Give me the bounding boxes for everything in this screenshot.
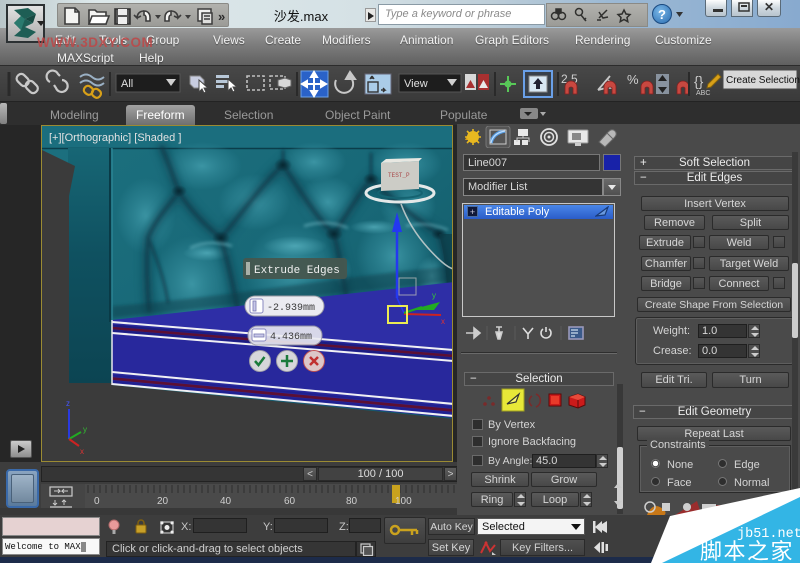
svg-text:%: % <box>627 72 639 87</box>
svg-text:0: 0 <box>94 496 100 507</box>
svg-text:60: 60 <box>284 496 296 507</box>
svg-text:4.436mm: 4.436mm <box>270 332 312 343</box>
svg-text:y: y <box>83 425 87 434</box>
svg-text:100: 100 <box>395 496 412 507</box>
svg-text:{}: {} <box>694 73 704 89</box>
svg-text:TEST_P: TEST_P <box>388 172 410 179</box>
svg-text:View: View <box>404 78 428 90</box>
svg-text:Create Selection: Create Selection <box>726 75 800 86</box>
svg-text:x: x <box>80 447 84 456</box>
svg-text:z: z <box>66 399 70 408</box>
svg-text:All: All <box>121 78 133 90</box>
svg-text:40: 40 <box>220 496 232 507</box>
svg-text:ABC: ABC <box>696 90 710 97</box>
svg-text:-2.939mm: -2.939mm <box>267 303 315 314</box>
svg-text:»: » <box>218 9 225 24</box>
svg-text:80: 80 <box>346 496 358 507</box>
svg-text:[+][Orthographic] [Shaded ]: [+][Orthographic] [Shaded ] <box>49 132 181 144</box>
svg-text:20: 20 <box>157 496 169 507</box>
svg-text:Extrude Edges: Extrude Edges <box>254 265 340 277</box>
svg-text:x: x <box>441 317 445 326</box>
svg-text:y: y <box>432 291 436 300</box>
